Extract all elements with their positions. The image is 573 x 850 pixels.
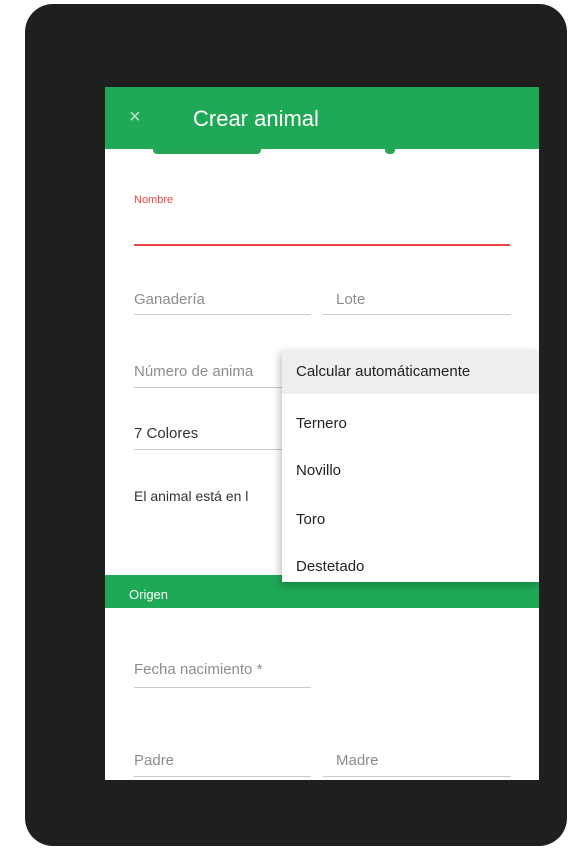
padre-underline xyxy=(134,776,311,777)
menu-item-ternero[interactable]: Ternero xyxy=(296,415,347,432)
app-bar: × Crear animal xyxy=(105,87,539,149)
menu-item-calcular[interactable]: Calcular automáticamente xyxy=(296,363,470,380)
page-title: Crear animal xyxy=(193,106,319,131)
ganaderia-underline xyxy=(134,314,311,315)
animal-esta-text: El animal está en l xyxy=(134,488,249,504)
padre-field[interactable]: Padre xyxy=(134,752,174,769)
numero-animal-field[interactable]: Número de anima xyxy=(134,363,282,380)
ganaderia-field[interactable]: Ganadería xyxy=(134,291,205,308)
origen-section-label: Origen xyxy=(129,587,169,602)
category-dropdown-menu: Calcular automáticamente Ternero Novillo… xyxy=(282,350,539,582)
menu-item-novillo[interactable]: Novillo xyxy=(296,462,341,479)
tablet-frame: × Crear animal Nombre Ganadería Lote Núm… xyxy=(25,4,567,846)
madre-field[interactable]: Madre xyxy=(336,752,379,769)
numero-animal-underline xyxy=(134,387,282,388)
close-icon[interactable]: × xyxy=(129,105,141,129)
fecha-underline xyxy=(134,687,311,688)
fecha-nacimiento-field[interactable]: Fecha nacimiento * xyxy=(134,661,262,678)
menu-item-toro[interactable]: Toro xyxy=(296,511,325,528)
tab-indicator xyxy=(153,149,261,154)
lote-field[interactable]: Lote xyxy=(336,291,365,308)
nombre-label: Nombre xyxy=(134,194,174,206)
app-screen: × Crear animal Nombre Ganadería Lote Núm… xyxy=(105,87,539,780)
colores-underline xyxy=(134,449,282,450)
menu-item-destetado[interactable]: Destetado xyxy=(296,558,364,575)
nombre-field[interactable] xyxy=(134,244,510,246)
lote-underline xyxy=(323,314,511,315)
colores-select[interactable]: 7 Colores xyxy=(134,425,198,442)
madre-underline xyxy=(323,776,511,777)
tab-indicator-secondary xyxy=(385,149,395,154)
